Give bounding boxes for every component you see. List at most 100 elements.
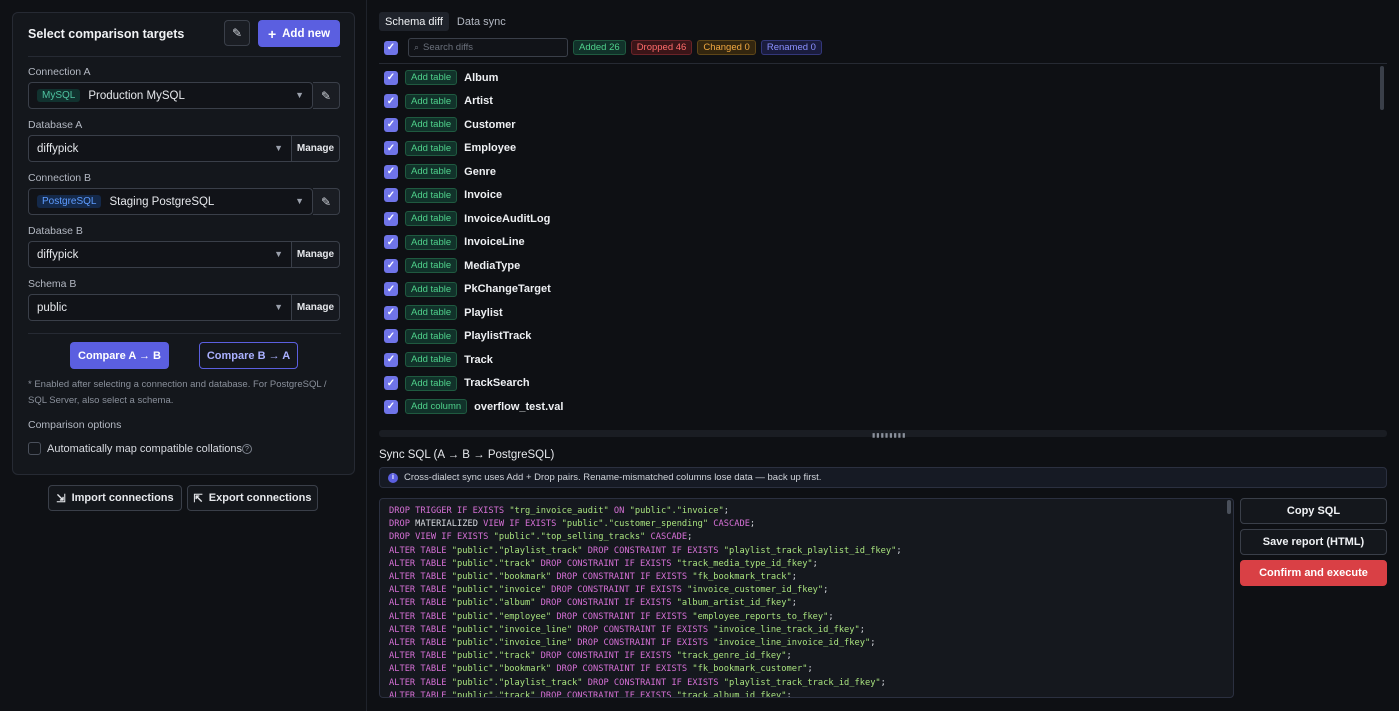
import-connections-button[interactable]: ⇲ Import connections [48,485,182,511]
connection-b-select[interactable]: PostgreSQL Staging PostgreSQL ▼ [28,188,313,215]
sql-token: ; [880,677,886,688]
sql-line: ALTER TABLE "public"."employee" DROP CON… [389,611,1233,624]
diff-row-checkbox[interactable]: ✓ [384,258,398,273]
copy-sql-button[interactable]: Copy SQL [1240,498,1387,524]
database-b-select[interactable]: diffypick ▼ [28,241,292,268]
connection-a-value: Production MySQL [88,89,185,102]
diff-row-checkbox[interactable]: ✓ [384,211,398,226]
check-icon: ✓ [386,189,396,201]
diff-row[interactable]: ✓ Add table InvoiceAuditLog [379,207,1379,231]
schema-b-select[interactable]: public ▼ [28,294,292,321]
diff-row-checkbox[interactable]: ✓ [384,235,398,250]
diff-row-checkbox[interactable]: ✓ [384,141,398,156]
help-icon[interactable]: ? [242,444,252,454]
manage-database-b-button[interactable]: Manage [292,241,340,268]
diff-row[interactable]: ✓ Add table PkChangeTarget [379,278,1379,302]
diff-row-checkbox[interactable]: ✓ [384,399,398,414]
diff-row-checkbox[interactable]: ✓ [384,117,398,132]
sql-token: "playlist_track_playlist_id_fkey" [723,545,897,556]
diff-action-badge: Add table [405,140,458,156]
save-report-button[interactable]: Save report (HTML) [1240,529,1387,555]
sql-token: DROP CONSTRAINT IF EXISTS [535,651,677,662]
edit-connection-b-button[interactable]: ✎ [313,188,340,215]
connection-a-select[interactable]: MySQL Production MySQL ▼ [28,82,313,109]
diff-row-checkbox[interactable]: ✓ [384,376,398,391]
sql-token: ; [786,690,792,698]
diff-row[interactable]: ✓ Add table Track [379,348,1379,372]
database-a-select[interactable]: diffypick ▼ [28,135,292,162]
sql-token: "playlist_track_track_id_fkey" [723,677,881,688]
edit-connections-button[interactable]: ✎ [224,20,250,46]
chevron-down-icon: ▼ [274,302,283,312]
diff-list-scrollbar[interactable] [1380,66,1384,110]
confirm-execute-button[interactable]: Confirm and execute [1240,560,1387,586]
postgresql-tag: PostgreSQL [37,195,102,208]
diff-row[interactable]: ✓ Add table Invoice [379,184,1379,208]
sql-token: ALTER TABLE [389,677,452,688]
select-all-checkbox[interactable]: ✓ [384,40,398,55]
tab-schema-diff[interactable]: Schema diff [379,12,449,31]
manage-schema-b-button[interactable]: Manage [292,294,340,321]
diff-row-checkbox[interactable]: ✓ [384,352,398,367]
diff-action-badge: Add table [405,258,458,274]
diff-row[interactable]: ✓ Add table MediaType [379,254,1379,278]
diff-row[interactable]: ✓ Add table InvoiceLine [379,231,1379,255]
diff-action-badge: Add table [405,305,458,321]
diff-action-badge: Add column [405,399,468,415]
dropped-count-badge[interactable]: Dropped 46 [630,40,693,55]
tab-data-sync[interactable]: Data sync [451,12,512,31]
sql-token: ALTER TABLE [389,638,452,649]
add-new-button[interactable]: + Add new [258,20,340,47]
sql-token: "public"."playlist_track" [451,677,583,688]
search-diffs-input[interactable]: ⌕ Search diffs [408,38,568,57]
sql-token: DROP CONSTRAINT IF EXISTS [551,664,693,675]
sql-editor[interactable]: DROP TRIGGER IF EXISTS "trg_invoice_audi… [379,498,1234,698]
diff-action-badge: Add table [405,117,458,133]
chevron-down-icon: ▼ [274,249,283,259]
map-collations-checkbox[interactable] [28,442,41,455]
sql-token: "album_artist_id_fkey" [676,598,792,609]
sql-token: "public"."bookmark" [451,664,552,675]
diff-row[interactable]: ✓ Add column overflow_test.val [379,395,1379,419]
diff-row[interactable]: ✓ Add table Genre [379,160,1379,184]
diff-row-checkbox[interactable]: ✓ [384,305,398,320]
compare-a-to-b-button[interactable]: Compare A → B [70,342,169,369]
diff-row[interactable]: ✓ Add table PlaylistTrack [379,325,1379,349]
connection-a-label: Connection A [28,66,91,78]
check-icon: ✓ [386,260,396,272]
diff-row-checkbox[interactable]: ✓ [384,282,398,297]
sql-token: ; [723,506,730,516]
diff-row[interactable]: ✓ Add table Artist [379,90,1379,114]
check-icon: ✓ [386,213,396,225]
chevron-down-icon: ▼ [274,143,283,153]
sql-line: DROP TRIGGER IF EXISTS "trg_invoice_audi… [389,505,1233,518]
changed-count-badge[interactable]: Changed 0 [697,40,756,55]
diff-row[interactable]: ✓ Add table Album [379,66,1379,90]
map-collations-label[interactable]: Automatically map compatible collations [47,443,242,455]
diff-row-checkbox[interactable]: ✓ [384,164,398,179]
sql-token: VIEW IF EXISTS [483,519,562,530]
diff-row[interactable]: ✓ Add table Customer [379,113,1379,137]
compare-b-to-a-button[interactable]: Compare B → A [199,342,298,369]
sql-token: "invoice_line_track_id_fkey" [713,624,860,635]
view-tabs: Schema diff Data sync [379,12,512,31]
sql-token: "employee_reports_to_fkey" [692,611,829,622]
diff-row-checkbox[interactable]: ✓ [384,70,398,85]
renamed-count-badge[interactable]: Renamed 0 [760,40,822,55]
added-count-badge[interactable]: Added 26 [573,40,626,55]
export-connections-button[interactable]: ⇱ Export connections [187,485,318,511]
diff-row-checkbox[interactable]: ✓ [384,188,398,203]
check-icon: ✓ [386,72,396,84]
diff-row-checkbox[interactable]: ✓ [384,329,398,344]
sql-scrollbar[interactable] [1227,500,1231,514]
diff-action-badge: Add table [405,281,458,297]
diff-row[interactable]: ✓ Add table Playlist [379,301,1379,325]
sql-token: ALTER TABLE [389,572,452,583]
diff-object-name: PlaylistTrack [464,330,532,343]
diff-row[interactable]: ✓ Add table Employee [379,137,1379,161]
manage-database-a-button[interactable]: Manage [292,135,340,162]
sql-token: "public"."track" [451,651,536,662]
diff-row[interactable]: ✓ Add table TrackSearch [379,372,1379,396]
diff-row-checkbox[interactable]: ✓ [384,94,398,109]
edit-connection-a-button[interactable]: ✎ [313,82,340,109]
